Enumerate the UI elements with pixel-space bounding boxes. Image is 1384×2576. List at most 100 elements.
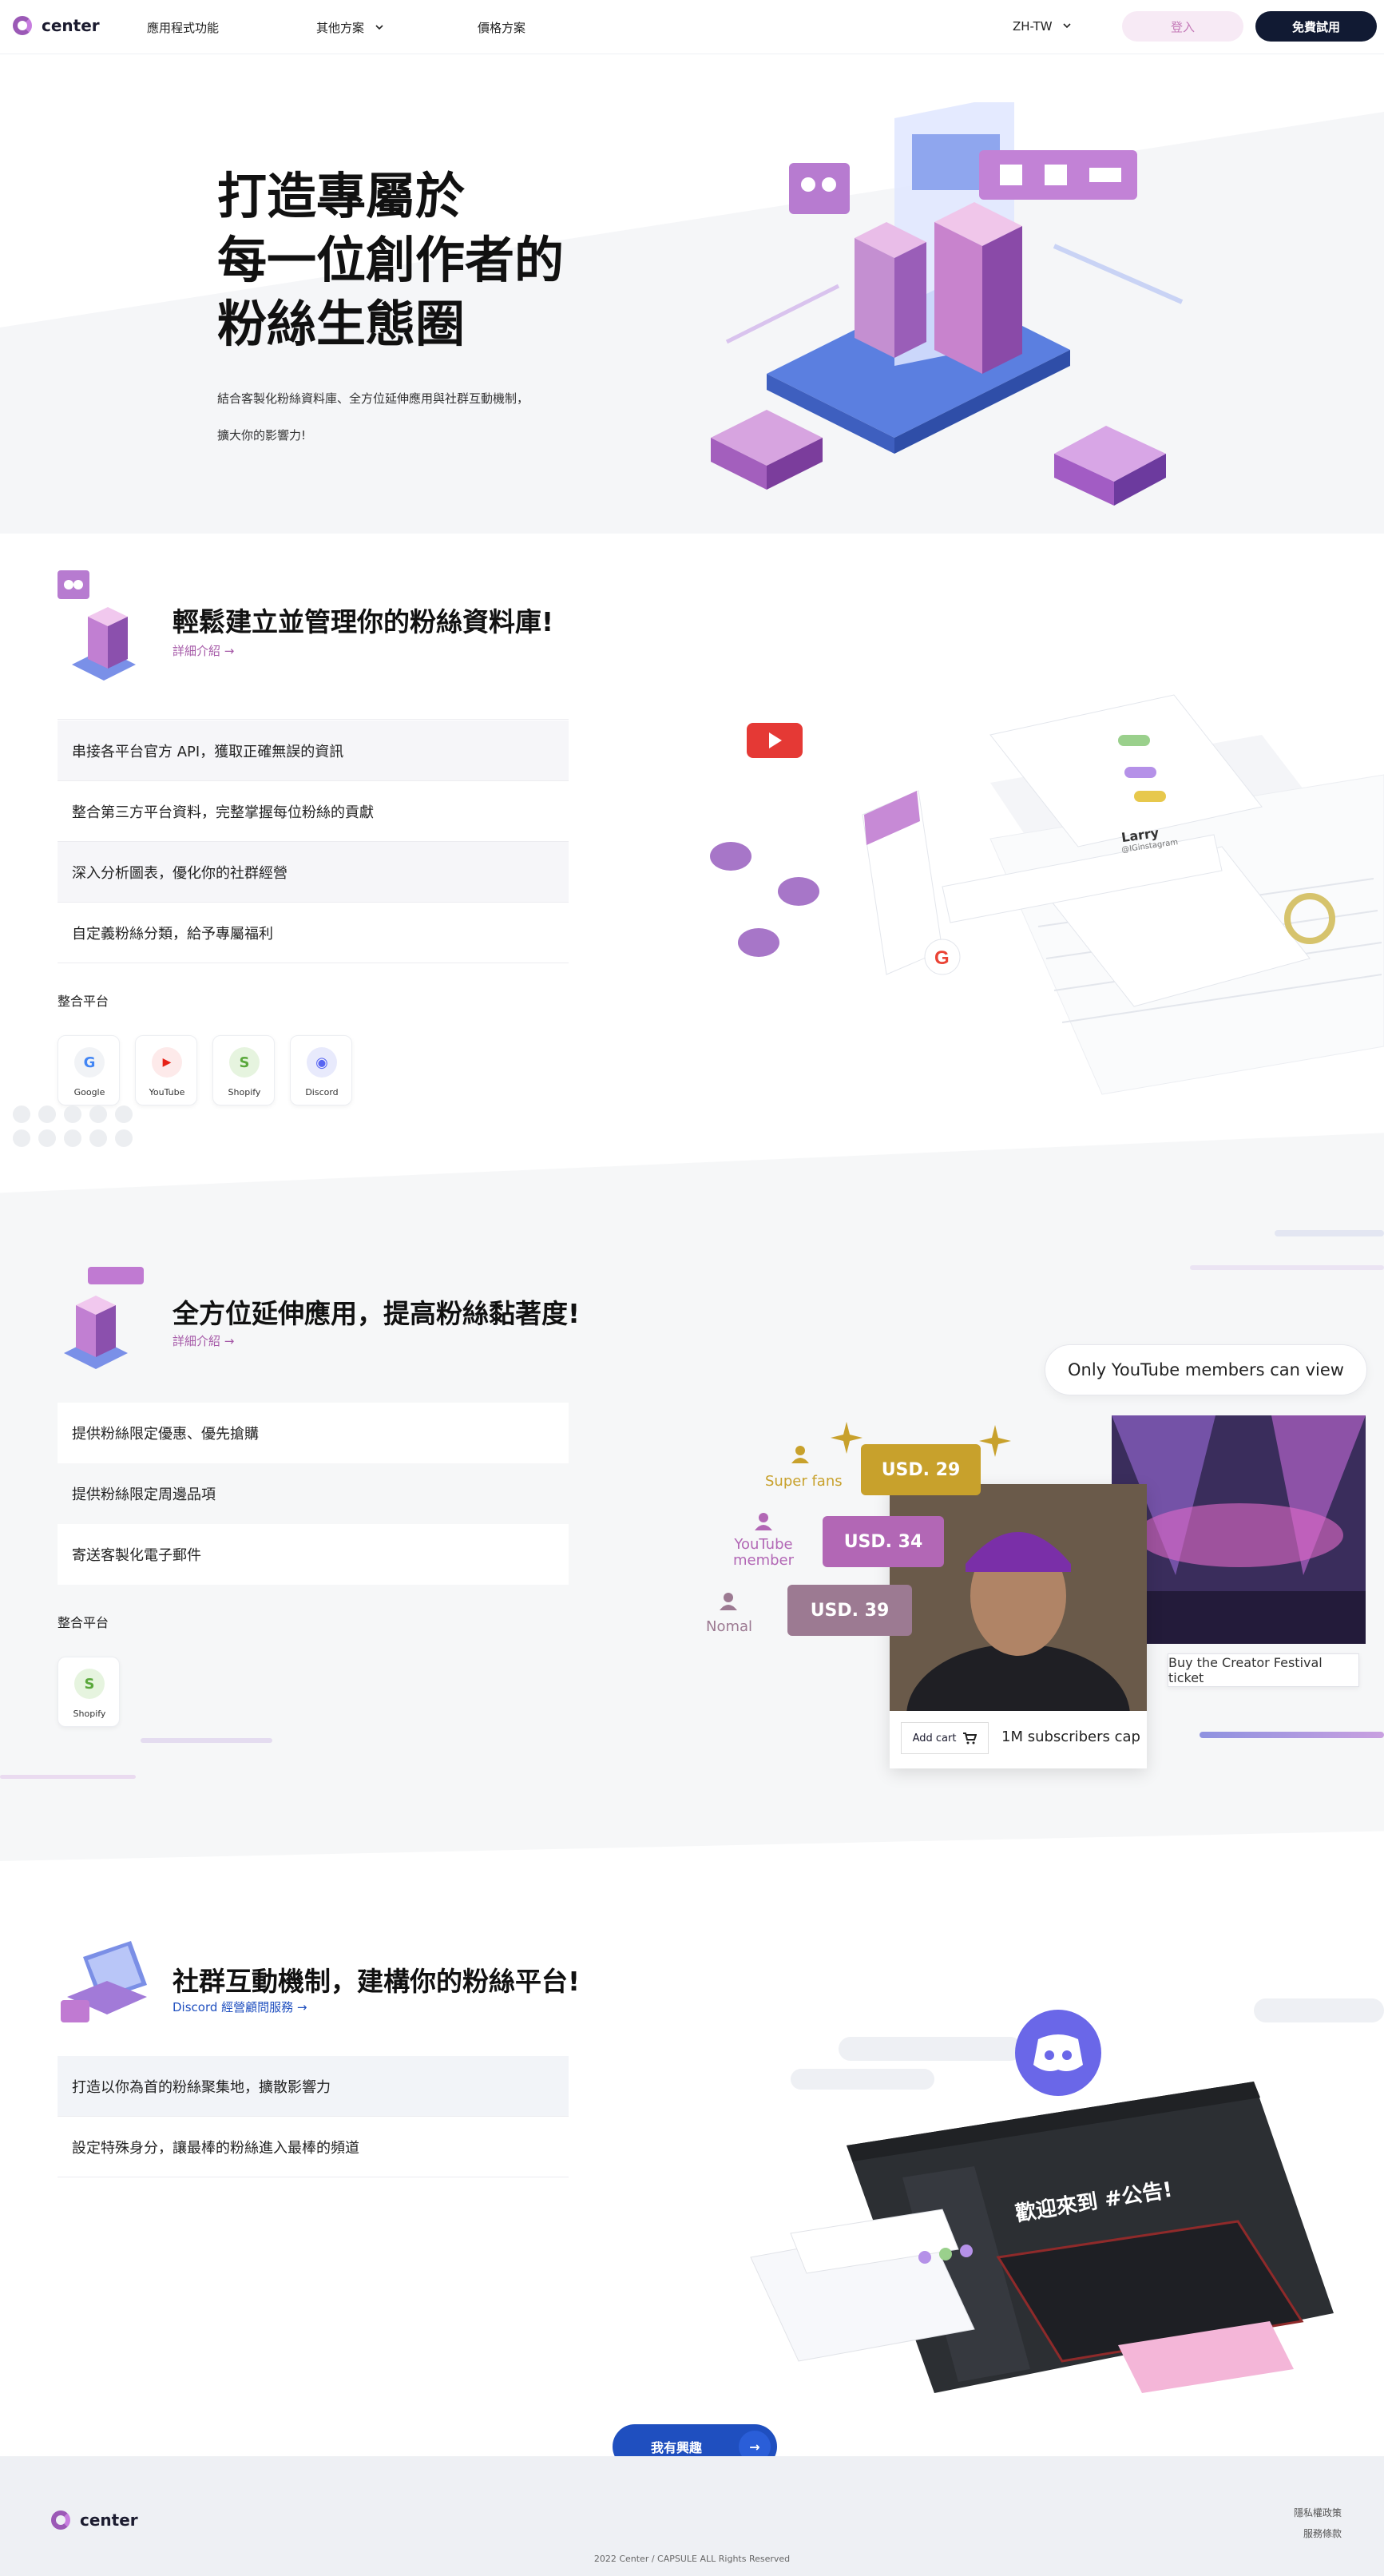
google-glyph: G [83, 1054, 96, 1071]
brand-logo[interactable]: center [13, 16, 100, 35]
laptop-community-icon [61, 1941, 147, 2022]
decor-dot [115, 1105, 133, 1123]
platform-label: Shopify [228, 1087, 261, 1097]
feature-item: 提供粉絲限定優惠、優先搶購 [58, 1403, 569, 1463]
decor-dot [13, 1129, 30, 1147]
logo-icon [51, 2511, 70, 2530]
hero-title-line: 每一位創作者的 [217, 231, 565, 289]
decor-bar [1275, 1230, 1384, 1236]
hero-title-line: 粉絲生態圈 [217, 295, 466, 353]
discord-glyph: ◉ [315, 1054, 328, 1071]
fan-dashboard-mockup: G [710, 694, 1384, 1095]
price-tag-super-fans[interactable]: USD. 29 [861, 1444, 981, 1495]
section-title-extensions: 全方位延伸應用，提高粉絲黏著度! [173, 1298, 581, 1329]
database-building-icon [58, 570, 136, 681]
hero-description-2: 擴大你的影響力! [217, 428, 307, 443]
product-name: 1M subscribers cap [1001, 1729, 1140, 1745]
price-tag-normal[interactable]: USD. 39 [787, 1585, 912, 1636]
chevron-down-icon [1063, 23, 1071, 29]
divider [58, 719, 569, 720]
user-icon [755, 1513, 772, 1530]
platform-chip-youtube[interactable]: ▶ YouTube [135, 1035, 197, 1105]
logo-icon [13, 16, 32, 35]
svg-text:G: G [934, 947, 950, 969]
login-button[interactable]: 登入 [1122, 11, 1243, 42]
hero-title-line: 打造專屬於 [217, 167, 466, 225]
sparkle-icon [979, 1425, 1011, 1457]
platform-chip-google[interactable]: G Google [58, 1035, 120, 1105]
shopify-icon: S [74, 1669, 105, 1699]
integrations-heading: 整合平台 [58, 1615, 109, 1630]
add-cart-button[interactable]: Add cart [901, 1722, 989, 1754]
members-only-badge: Only YouTube members can view [1045, 1344, 1367, 1395]
platform-label: Shopify [73, 1709, 106, 1719]
nav-other-plans[interactable]: 其他方案 [316, 19, 384, 36]
nav-features[interactable]: 應用程式功能 [147, 19, 219, 36]
footer: center 隱私權政策 服務條款 2022 Center / CAPSULE … [0, 2456, 1384, 2576]
feature-item: 設定特殊身分，讓最棒的粉絲進入最棒的頻道 [58, 2117, 569, 2177]
youtube-icon: ▶ [152, 1047, 182, 1078]
feature-item: 深入分析圖表，優化你的社群經營 [58, 842, 569, 903]
platform-chip-discord[interactable]: ◉ Discord [290, 1035, 352, 1105]
hero-description: 結合客製化粉絲資料庫、全方位延伸應用與社群互動機制， [217, 391, 529, 406]
shopify-glyph: S [84, 1675, 95, 1693]
feature-item: 打造以你為首的粉絲聚集地，擴散影響力 [58, 2056, 569, 2117]
shop-building-icon [64, 1267, 144, 1369]
cta-label: 我有興趣 [651, 2440, 703, 2455]
decor-bar [0, 1775, 136, 1779]
privacy-policy-link[interactable]: 隱私權政策 [1294, 2506, 1342, 2519]
feature-item: 自定義粉絲分類，給予專屬福利 [58, 903, 569, 963]
platform-chip-shopify[interactable]: S Shopify [58, 1657, 120, 1727]
feature-item: 串接各平台官方 API，獲取正確無誤的資訊 [58, 720, 569, 781]
platform-label: YouTube [149, 1087, 185, 1097]
top-navbar: center 應用程式功能 其他方案 價格方案 ZH-TW 登入 免費試用 [0, 0, 1384, 54]
free-trial-button[interactable]: 免費試用 [1255, 11, 1377, 42]
sparkle-icon [831, 1422, 863, 1454]
discord-icon: ◉ [307, 1047, 337, 1078]
footer-brand-logo[interactable]: center [51, 2511, 138, 2530]
feature-item: 整合第三方平台資料，完整掌握每位粉絲的貢獻 [58, 781, 569, 842]
details-link[interactable]: 詳細介紹 → [173, 1332, 234, 1349]
nav-pricing[interactable]: 價格方案 [478, 19, 525, 36]
festival-ticket-button[interactable]: Buy the Creator Festival ticket [1168, 1653, 1359, 1687]
feature-item: 寄送客製化電子郵件 [58, 1524, 569, 1585]
platform-label: Discord [305, 1087, 339, 1097]
tier-label: Super fans [765, 1473, 843, 1490]
decor-dot [38, 1105, 56, 1123]
chevron-down-icon [375, 25, 383, 30]
decor-dot [89, 1129, 107, 1147]
hero-section: 打造專屬於 每一位創作者的 粉絲生態圈 結合客製化粉絲資料庫、全方位延伸應用與社… [0, 54, 1384, 534]
decor-dot [115, 1129, 133, 1147]
user-icon [720, 1593, 737, 1610]
details-link[interactable]: 詳細介紹 → [173, 642, 234, 659]
platform-chip-shopify[interactable]: S Shopify [212, 1035, 275, 1105]
hero-isometric-illustration [711, 102, 1184, 506]
copyright-text: 2022 Center / CAPSULE ALL Rights Reserve… [593, 2554, 791, 2564]
decor-dot [89, 1105, 107, 1123]
discord-logo-icon [1015, 2010, 1101, 2096]
integrations-heading: 整合平台 [58, 994, 109, 1009]
youtube-glyph: ▶ [162, 1056, 172, 1069]
user-icon [791, 1446, 809, 1463]
nav-other-plans-label: 其他方案 [316, 21, 365, 35]
decor-bar [141, 1738, 272, 1743]
decor-dot [13, 1105, 30, 1123]
footer-brand-name: center [80, 2511, 138, 2530]
add-cart-label: Add cart [912, 1732, 957, 1744]
concert-photo [1112, 1415, 1366, 1644]
google-icon: G [74, 1047, 105, 1078]
brand-name: center [42, 16, 100, 35]
language-selector[interactable]: ZH-TW [1013, 19, 1072, 34]
price-tag-youtube-member[interactable]: USD. 34 [823, 1516, 944, 1567]
tier-label: Nomal [706, 1618, 753, 1635]
platform-label: Google [73, 1087, 105, 1097]
decor-bar [1190, 1265, 1384, 1270]
shopify-icon: S [229, 1047, 260, 1078]
hero-title: 打造專屬於 每一位創作者的 粉絲生態圈 [217, 165, 564, 356]
decor-dot [38, 1129, 56, 1147]
discord-consulting-link[interactable]: Discord 經營顧問服務 → [173, 1998, 307, 2015]
language-label: ZH-TW [1013, 19, 1053, 34]
decor-dot [64, 1105, 81, 1123]
terms-of-service-link[interactable]: 服務條款 [1303, 2526, 1342, 2540]
decor-dot [64, 1129, 81, 1147]
